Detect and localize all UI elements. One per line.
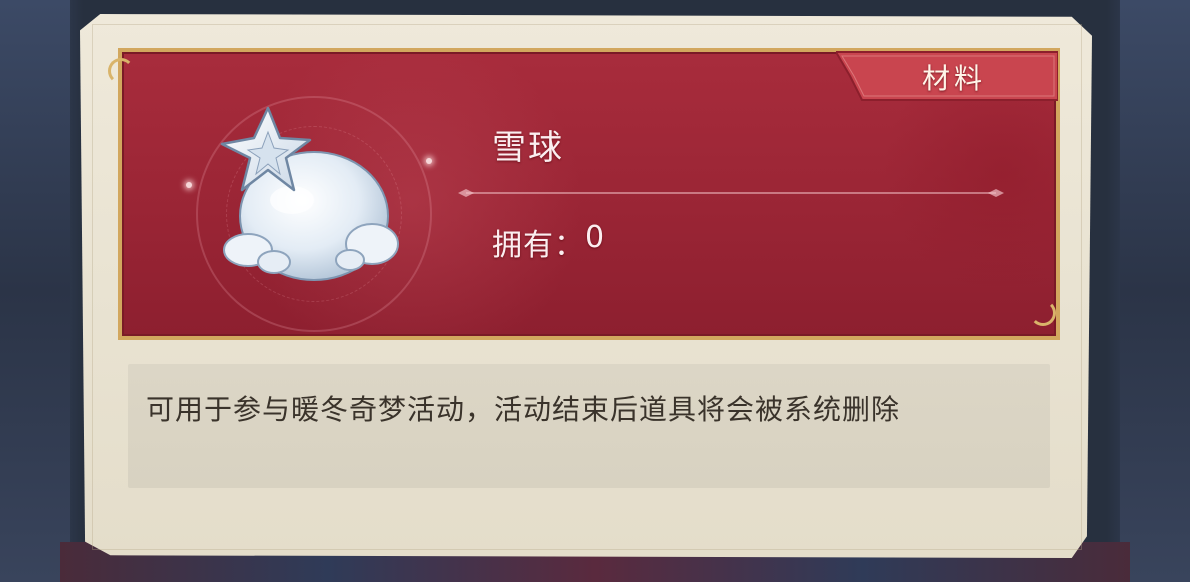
owned-count-row: 拥有： 0 [492, 220, 605, 264]
game-scene: 雪球 拥有： 0 材料 可用于参与暖冬奇梦活动，活动结束后道具将会被系统删除 [0, 0, 1190, 582]
background-pillar-right [1120, 0, 1190, 582]
snowball-icon [220, 106, 399, 281]
sparkle-decoration [426, 158, 432, 164]
background-pillar-left [0, 0, 70, 582]
owned-label: 拥有： [492, 228, 585, 263]
sparkle-decoration [186, 182, 192, 188]
category-label: 材料 [922, 62, 987, 95]
divider-line [458, 189, 1004, 197]
banner-corner-ornament-left [108, 58, 134, 84]
banner-corner-ornament-right [1030, 300, 1056, 326]
item-description: 可用于参与暖冬奇梦活动，活动结束后道具将会被系统删除 [146, 393, 901, 426]
item-name: 雪球 [492, 128, 564, 168]
owned-count: 0 [585, 220, 606, 255]
